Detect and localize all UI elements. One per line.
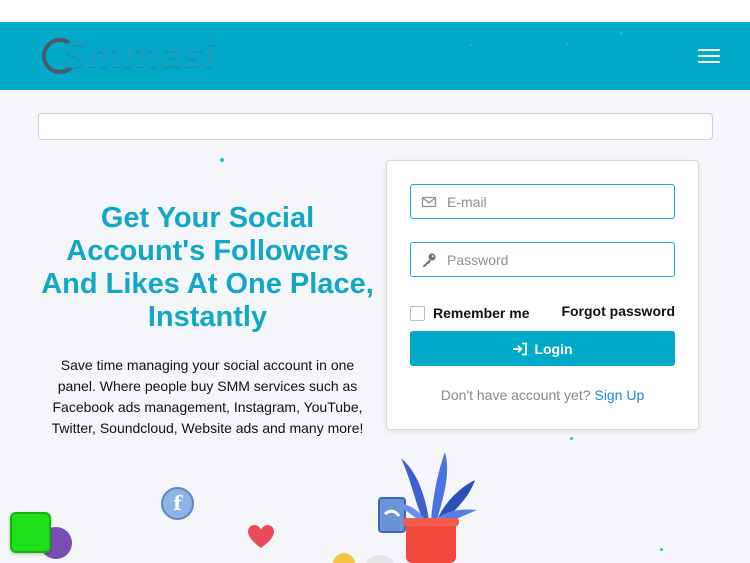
hero-headline: Get Your Social Account's Followers And … <box>41 202 374 333</box>
chat-widget-button[interactable] <box>10 512 51 553</box>
key-icon <box>423 253 436 267</box>
signup-row: Don't have account yet? Sign Up <box>387 387 698 403</box>
heart-icon <box>248 525 274 548</box>
signup-link[interactable]: Sign Up <box>594 387 644 403</box>
forgot-password-link[interactable]: Forgot password <box>561 303 675 319</box>
remember-checkbox[interactable] <box>410 305 425 321</box>
emoji-icon <box>333 553 355 563</box>
decor-dot <box>470 44 472 46</box>
search-input[interactable] <box>38 113 713 140</box>
sign-in-icon <box>513 342 528 355</box>
logo[interactable]: Smmasi <box>42 35 216 76</box>
remember-me: Remember me <box>410 304 530 322</box>
decor-dot <box>566 43 568 45</box>
remember-label: Remember me <box>433 305 530 321</box>
signup-prompt: Don't have account yet? <box>440 387 591 403</box>
logo-text: Smmasi <box>62 35 216 76</box>
top-strip <box>0 0 750 22</box>
login-button[interactable]: Login <box>410 331 675 366</box>
hero-description: Save time managing your social account i… <box>51 357 364 436</box>
password-field[interactable] <box>410 242 675 277</box>
hamburger-icon[interactable] <box>698 49 720 65</box>
decor-dot <box>220 158 224 162</box>
decor-dot <box>570 437 573 440</box>
login-label: Login <box>534 340 573 357</box>
plant-illustration <box>378 452 477 563</box>
email-field[interactable] <box>410 184 675 219</box>
email-input[interactable] <box>447 185 667 218</box>
site-header: Smmasi <box>0 22 750 90</box>
decor-dot <box>620 32 623 35</box>
password-input[interactable] <box>447 243 667 276</box>
decor-dot <box>660 548 663 551</box>
login-card: Remember me Forgot password Login Don't … <box>386 160 699 430</box>
envelope-icon <box>421 196 437 208</box>
facebook-icon: f <box>161 487 194 520</box>
